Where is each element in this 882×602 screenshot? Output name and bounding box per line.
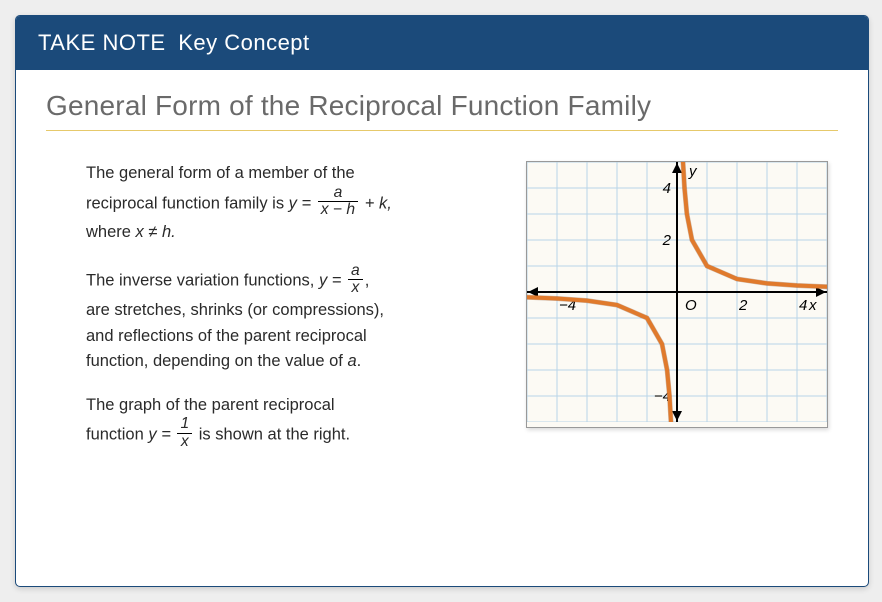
p1-cond: x ≠ h.	[136, 223, 176, 241]
svg-text:4: 4	[799, 297, 807, 314]
concept-card: TAKE NOTE Key Concept General Form of th…	[15, 15, 869, 587]
p2-line1a: The inverse variation functions,	[86, 271, 319, 289]
paragraph-3: The graph of the parent reciprocal funct…	[86, 393, 486, 452]
reciprocal-chart: −424−424Oyx	[527, 162, 827, 422]
card-header: TAKE NOTE Key Concept	[16, 16, 868, 70]
card-content: General Form of the Reciprocal Function …	[16, 70, 868, 500]
p1-frac-num: a	[318, 185, 358, 202]
p2-frac-den: x	[348, 280, 363, 296]
p3-line1: The graph of the parent reciprocal	[86, 396, 335, 414]
p2-line3: and reflections of the parent reciprocal	[86, 327, 367, 345]
p2-line4a: function, depending on the value of	[86, 352, 347, 370]
svg-text:4: 4	[663, 180, 671, 197]
title-divider	[46, 130, 838, 131]
p2-line4b: a	[347, 352, 356, 370]
p2-line4c: .	[357, 352, 362, 370]
card-body: The general form of a member of the reci…	[46, 161, 838, 470]
p2-eq-lhs: y =	[319, 271, 346, 289]
graph-box: −424−424Oyx	[526, 161, 828, 428]
paragraph-2: The inverse variation functions, y = a x…	[86, 264, 486, 375]
p1-line1: The general form of a member of the	[86, 164, 355, 182]
p3-fraction: 1 x	[177, 416, 192, 450]
p3-frac-num: 1	[177, 416, 192, 433]
p2-frac-num: a	[348, 263, 363, 280]
card-title: General Form of the Reciprocal Function …	[46, 90, 838, 122]
paragraph-1: The general form of a member of the reci…	[86, 161, 486, 246]
svg-text:y: y	[688, 163, 698, 180]
text-column: The general form of a member of the reci…	[86, 161, 486, 470]
p3-line2b: is shown at the right.	[199, 426, 350, 444]
p1-fraction: a x − h	[318, 185, 358, 219]
svg-text:2: 2	[662, 232, 672, 249]
header-suffix: Key Concept	[178, 30, 309, 55]
p1-eq-rhs: + k,	[365, 194, 392, 212]
p1-line3a: where	[86, 223, 136, 241]
p3-eq-lhs: y =	[148, 426, 175, 444]
p3-line2a: function	[86, 426, 148, 444]
p2-line1b: ,	[365, 271, 370, 289]
p1-frac-den: x − h	[318, 202, 358, 218]
p3-frac-den: x	[177, 434, 192, 450]
svg-text:O: O	[685, 297, 697, 314]
p1-line2a: reciprocal function family is	[86, 194, 289, 212]
p2-line2: are stretches, shrinks (or compressions)…	[86, 301, 384, 319]
p2-fraction: a x	[348, 263, 363, 297]
p1-eq-lhs: y =	[289, 194, 316, 212]
header-prefix: TAKE NOTE	[38, 30, 166, 55]
svg-text:x: x	[808, 297, 817, 314]
svg-text:2: 2	[738, 297, 748, 314]
graph-column: −424−424Oyx	[526, 161, 828, 470]
